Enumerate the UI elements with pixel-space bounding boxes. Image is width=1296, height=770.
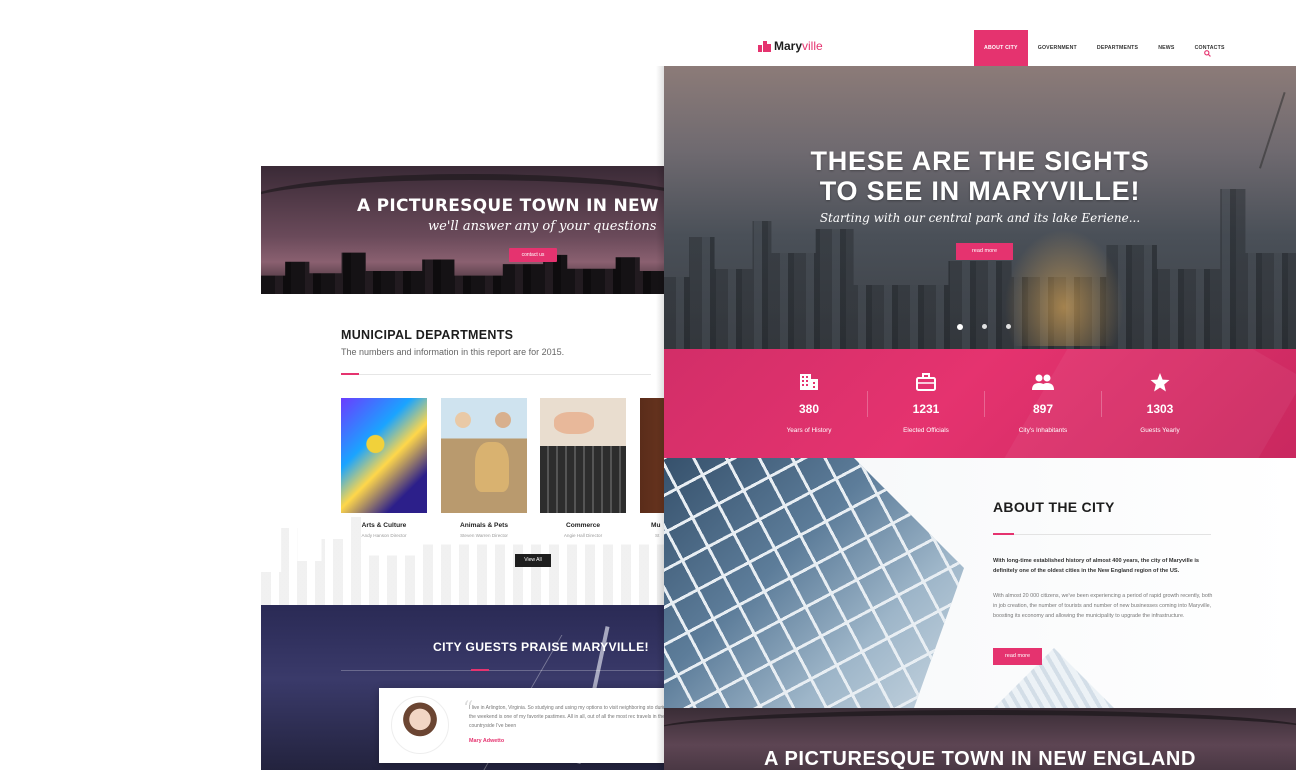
contact-us-button[interactable]: contact us (509, 248, 557, 262)
nav-about-city[interactable]: ABOUT CITY (974, 30, 1028, 66)
nav-government[interactable]: GOVERNMENT (1028, 30, 1087, 66)
stat-label: City's Inhabitants (1018, 427, 1068, 434)
department-director: Angie Hall Director (563, 533, 603, 538)
about-title: ABOUT THE CITY (993, 499, 1115, 515)
showcase-canvas: A PICTURESQUE TOWN IN NEW ENG we'll answ… (0, 0, 1296, 770)
slide-dot-2[interactable] (982, 324, 987, 329)
hero-title-line1: THESE ARE THE SIGHTS (810, 146, 1150, 176)
hero-read-more-button[interactable]: read more (956, 243, 1013, 260)
city-buildings-icon (758, 40, 771, 52)
briefcase-icon (876, 373, 976, 393)
people-icon (993, 373, 1093, 393)
stat-separator (867, 391, 868, 417)
testimonial-author[interactable]: Mary Adwetto (469, 738, 504, 744)
section-divider (341, 374, 651, 375)
stat-guests: 1303 Guests Yearly (1110, 373, 1210, 434)
praise-divider-accent (471, 669, 489, 671)
slide-dot-1[interactable] (957, 323, 963, 330)
stat-label: Guests Yearly (1140, 427, 1180, 434)
stat-value: 380 (798, 402, 820, 416)
hero-slider: THESE ARE THE SIGHTS TO SEE IN MARYVILLE… (664, 66, 1296, 349)
back-hero-subtitle: we'll answer any of your questions (428, 219, 657, 234)
star-icon (1110, 373, 1210, 393)
bridge-silhouette (664, 710, 1296, 750)
stat-separator (1101, 391, 1102, 417)
page-shadow (656, 66, 664, 770)
avatar (391, 696, 449, 754)
department-card-arts[interactable]: Arts & Culture Andy Hanson Director (341, 398, 427, 538)
stat-separator (984, 391, 985, 417)
search-icon[interactable] (1204, 44, 1211, 62)
picturesque-title: A PICTURESQUE TOWN IN NEW ENGLAND (763, 748, 1197, 770)
back-page-preview: A PICTURESQUE TOWN IN NEW ENG we'll answ… (261, 166, 664, 770)
about-divider-accent (993, 533, 1014, 535)
department-director: Steven Warren Director (460, 533, 508, 538)
stat-years: 380 Years of History (759, 373, 859, 434)
stat-inhabitants: 897 City's Inhabitants (993, 373, 1093, 434)
testimonial-card: “ I live in Arlington, Virginia. So stud… (379, 688, 664, 763)
hero-subtitle: Starting with our central park and its l… (819, 211, 1141, 225)
guests-praise-section: CITY GUESTS PRAISE MARYVILLE! “ I live i… (261, 605, 664, 770)
main-nav: ABOUT CITY GOVERNMENT DEPARTMENTS NEWS C… (974, 30, 1235, 66)
logo-text-accent: ville (802, 39, 823, 53)
site-logo[interactable]: Mary ville (758, 39, 823, 53)
departments-subtitle: The numbers and information in this repo… (341, 347, 565, 357)
department-name: Commerce (565, 522, 601, 529)
site-header: Mary ville ABOUT CITY GOVERNMENT DEPARTME… (664, 0, 1296, 66)
stats-bar: 380 Years of History 1231 Elected Offici… (664, 349, 1296, 458)
back-hero-title: A PICTURESQUE TOWN IN NEW ENG (357, 196, 664, 216)
slider-pagination (957, 323, 1011, 330)
view-all-button[interactable]: View All (515, 554, 551, 567)
pets-photo (441, 398, 527, 513)
testimonial-text: I live in Arlington, Virginia. So studyi… (469, 705, 664, 729)
hero-title-line2: TO SEE IN MARYVILLE! (819, 176, 1141, 206)
stat-value: 1303 (1146, 402, 1174, 416)
stat-label: Elected Officials (903, 427, 949, 434)
about-read-more-button[interactable]: read more (993, 648, 1042, 665)
department-name: Arts & Culture (361, 522, 407, 529)
about-paragraph: With almost 20 000 citizens, we've been … (993, 593, 1213, 619)
department-card-animals[interactable]: Animals & Pets Steven Warren Director (441, 398, 527, 538)
departments-title: MUNICIPAL DEPARTMENTS (341, 328, 514, 342)
department-director: Andy Hanson Director (361, 533, 407, 538)
about-divider (993, 534, 1211, 535)
stat-label: Years of History (786, 427, 832, 434)
picturesque-banner: A PICTURESQUE TOWN IN NEW ENGLAND (664, 708, 1296, 770)
nav-departments[interactable]: DEPARTMENTS (1087, 30, 1148, 66)
about-lead-paragraph: With long-time established history of al… (993, 558, 1200, 574)
about-city-section: ABOUT THE CITY With long-time establishe… (664, 458, 1296, 708)
department-card-commerce[interactable]: Commerce Angie Hall Director (540, 398, 626, 538)
building-icon (759, 373, 859, 393)
divider-accent (341, 373, 359, 375)
stat-value: 897 (1032, 402, 1054, 416)
department-name: Animals & Pets (459, 522, 508, 529)
city-lights (994, 216, 1134, 346)
commerce-photo (540, 398, 626, 513)
logo-text-primary: Mary (774, 39, 803, 53)
stat-officials: 1231 Elected Officials (876, 373, 976, 434)
praise-divider (341, 670, 664, 671)
glass-building-photo (664, 458, 964, 708)
slide-dot-3[interactable] (1006, 324, 1011, 329)
front-page-preview: Mary ville ABOUT CITY GOVERNMENT DEPARTME… (664, 0, 1296, 770)
stat-value: 1231 (912, 402, 940, 416)
skyline-silhouette (261, 252, 664, 294)
arts-photo (341, 398, 427, 513)
praise-title: CITY GUESTS PRAISE MARYVILLE! (433, 640, 649, 654)
back-hero-banner: A PICTURESQUE TOWN IN NEW ENG we'll answ… (261, 166, 664, 294)
nav-news[interactable]: NEWS (1148, 30, 1184, 66)
municipal-departments-section: MUNICIPAL DEPARTMENTS The numbers and in… (261, 294, 664, 605)
